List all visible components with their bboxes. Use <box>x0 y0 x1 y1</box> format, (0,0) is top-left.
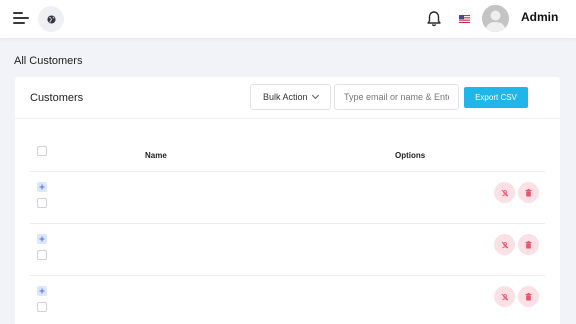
column-header-options: Options <box>395 151 426 160</box>
expand-row-button[interactable] <box>37 182 47 192</box>
search-input[interactable] <box>334 84 459 110</box>
expand-row-button[interactable] <box>37 286 47 296</box>
row-checkbox[interactable] <box>37 198 47 208</box>
chevron-down-icon <box>311 91 319 100</box>
plus-icon <box>39 288 45 294</box>
bell-icon[interactable] <box>426 10 442 28</box>
plus-icon <box>39 184 45 190</box>
table-row <box>30 276 545 324</box>
bulk-action-dropdown[interactable]: Bulk Action <box>250 84 331 110</box>
user-silhouette-icon <box>482 5 509 32</box>
globe-icon <box>46 14 56 24</box>
trash-icon <box>525 188 532 196</box>
trash-icon <box>525 292 532 300</box>
top-bar: Admin <box>0 0 576 38</box>
ban-icon <box>501 189 508 196</box>
page-title: All Customers <box>14 55 83 67</box>
bulk-action-label: Bulk Action <box>263 92 308 102</box>
plus-icon <box>39 236 45 242</box>
row-checkbox[interactable] <box>37 302 47 312</box>
ban-button[interactable] <box>494 234 515 255</box>
ban-icon <box>501 293 508 300</box>
card-title: Customers <box>30 92 84 104</box>
ban-button[interactable] <box>494 182 515 203</box>
ban-button[interactable] <box>494 286 515 307</box>
delete-button[interactable] <box>518 182 539 203</box>
delete-button[interactable] <box>518 234 539 255</box>
us-flag-icon[interactable] <box>459 15 470 23</box>
column-header-name: Name <box>145 151 167 160</box>
expand-row-button[interactable] <box>37 234 47 244</box>
table-header: Name Options <box>30 140 545 172</box>
trash-icon <box>525 240 532 248</box>
user-name[interactable]: Admin <box>521 10 558 24</box>
select-all-checkbox[interactable] <box>37 146 47 156</box>
avatar[interactable] <box>482 5 509 32</box>
globe-button[interactable] <box>38 6 64 32</box>
customers-card: Customers Bulk Action Export CSV Name Op… <box>15 77 560 324</box>
row-checkbox[interactable] <box>37 250 47 260</box>
export-csv-button[interactable]: Export CSV <box>464 87 528 108</box>
menu-icon[interactable] <box>13 11 29 25</box>
table-row <box>30 224 545 276</box>
ban-icon <box>501 241 508 248</box>
table-row <box>30 172 545 224</box>
card-header: Customers Bulk Action Export CSV <box>15 77 560 119</box>
delete-button[interactable] <box>518 286 539 307</box>
